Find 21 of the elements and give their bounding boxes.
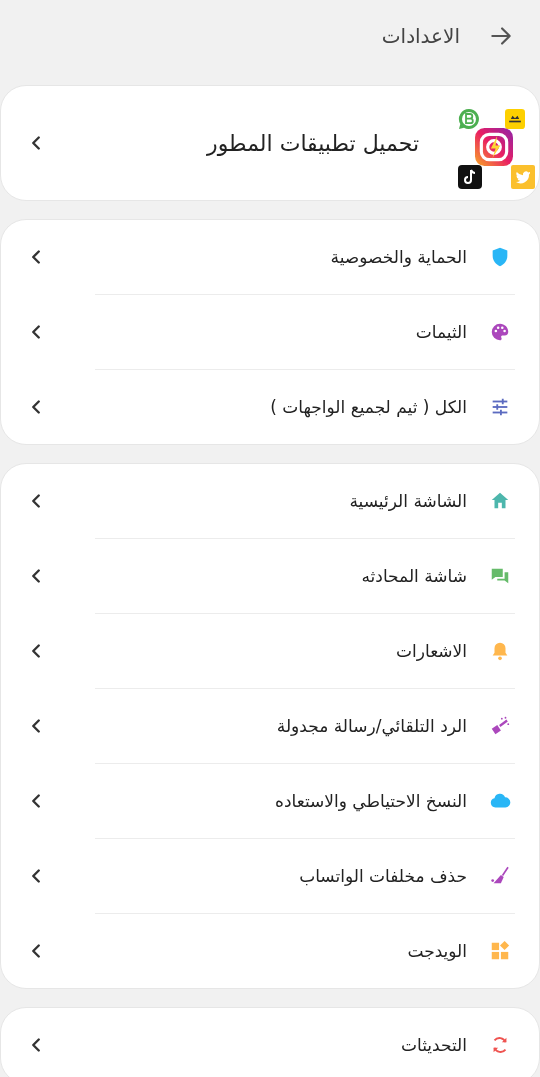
bird-tile-icon: [511, 165, 535, 189]
settings-item[interactable]: حذف مخلفات الواتساب: [1, 839, 539, 913]
settings-item[interactable]: الثيمات: [1, 295, 539, 369]
settings-item[interactable]: الرد التلقائي/رسالة مجدولة: [1, 689, 539, 763]
developer-apps-card[interactable]: تحميل تطبيقات المطور: [0, 85, 540, 201]
settings-item[interactable]: شاشة المحادثه: [1, 539, 539, 613]
widgets-icon: [489, 940, 511, 962]
music-note-tile-icon: [457, 165, 483, 189]
camera-tile-icon: [475, 128, 513, 166]
magic-wand-icon: [489, 715, 511, 737]
settings-item[interactable]: الكل ( ثيم لجميع الواجهات ): [1, 370, 539, 444]
settings-item[interactable]: الحماية والخصوصية: [1, 220, 539, 294]
menu-label: تحميل تطبيقات المطور: [205, 130, 420, 156]
settings-item[interactable]: الاشعارات: [1, 614, 539, 688]
settings-item[interactable]: التحديثات: [1, 1008, 539, 1077]
settings-item[interactable]: الويدجت: [1, 914, 539, 988]
chat-badge-icon: [457, 107, 481, 131]
settings-item[interactable]: النسخ الاحتياطي والاستعاده: [1, 764, 539, 838]
page-title: الاعدادات: [381, 24, 460, 48]
settings-item[interactable]: الشاشة الرئيسية: [1, 464, 539, 538]
palette-icon: [489, 321, 511, 343]
